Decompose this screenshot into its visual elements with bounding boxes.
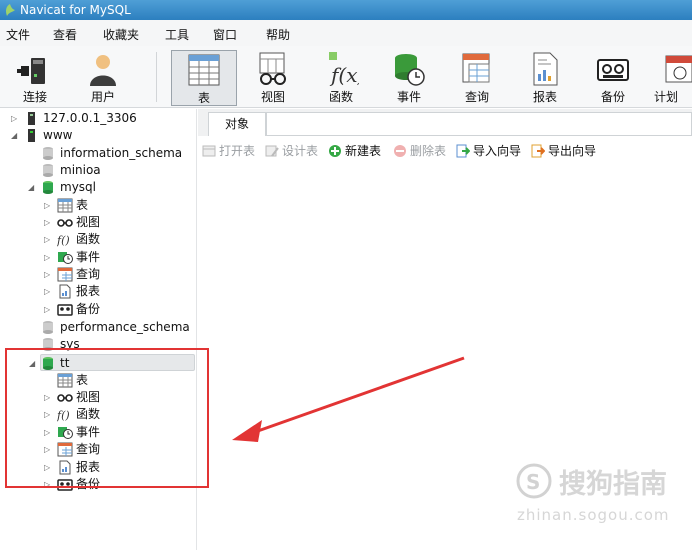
export-wizard-button[interactable]: 导出向导: [531, 142, 596, 159]
database-gray-icon: [43, 147, 53, 160]
svg-text:f(): f(): [57, 234, 70, 247]
function-icon: f(): [57, 234, 70, 247]
tab-objects[interactable]: 对象: [208, 112, 266, 136]
expand-arrow-icon[interactable]: ▷: [44, 283, 50, 300]
schedule-calendar-icon: [665, 55, 692, 83]
database-gray-icon: [43, 321, 53, 334]
query-icon: [462, 53, 490, 83]
event-clock-icon: [395, 54, 425, 86]
plug-connect-icon: [17, 58, 45, 84]
add-green-icon: [329, 145, 341, 157]
object-tab-bar: 对象: [198, 109, 692, 136]
delete-table-button[interactable]: 删除表: [393, 142, 446, 159]
user-icon: [90, 55, 116, 86]
query-icon: [57, 267, 73, 282]
design-table-button[interactable]: 设计表: [265, 142, 318, 159]
connection-icon: [28, 129, 35, 142]
import-wizard-button[interactable]: 导入向导: [456, 142, 521, 159]
watermark-title: 搜狗指南: [559, 469, 667, 500]
database-gray-icon: [43, 164, 53, 177]
toolbar-schedule-button[interactable]: 计划: [648, 50, 692, 106]
object-filter-area[interactable]: [266, 112, 692, 136]
menu-file[interactable]: 文件: [6, 26, 30, 43]
toolbar-user-button[interactable]: 用户: [70, 50, 136, 106]
object-action-bar: 打开表 设计表 新建表 删除表 导入向导 导出向导: [198, 136, 692, 160]
toolbar-connect-button[interactable]: 连接: [2, 50, 68, 106]
toolbar-report-button[interactable]: 报表: [512, 50, 578, 106]
event-clock-icon: [58, 252, 73, 264]
open-table-button[interactable]: 打开表: [202, 142, 255, 159]
sogou-logo-icon: S: [516, 463, 552, 499]
toolbar-table-button[interactable]: 表: [171, 50, 237, 106]
open-table-icon: [202, 145, 216, 157]
menu-help[interactable]: 帮助: [266, 26, 290, 43]
expand-arrow-icon[interactable]: ▷: [44, 249, 50, 266]
delete-red-icon: [394, 145, 406, 157]
expand-arrow-icon[interactable]: ▷: [11, 110, 17, 127]
export-icon: [531, 144, 545, 158]
new-table-button[interactable]: 新建表: [328, 142, 381, 159]
backup-tape-icon: [57, 304, 73, 316]
database-green-icon: [43, 181, 53, 194]
toolbar-backup-button[interactable]: 备份: [580, 50, 646, 106]
toolbar-event-button[interactable]: 事件: [376, 50, 442, 106]
menu-window[interactable]: 窗口: [213, 26, 237, 43]
navicat-app-icon: [6, 4, 15, 16]
watermark-url: zhinan.sogou.com: [517, 506, 670, 524]
expand-arrow-icon[interactable]: ▷: [44, 266, 50, 283]
window-title: Navicat for MySQL: [20, 3, 131, 17]
glasses-view-icon: [259, 52, 286, 85]
collapse-arrow-icon[interactable]: ◢: [28, 179, 34, 196]
table-icon: [188, 54, 220, 86]
expand-arrow-icon[interactable]: ▷: [44, 214, 50, 231]
menu-favorites[interactable]: 收藏夹: [103, 26, 139, 43]
toolbar-separator: [156, 52, 157, 102]
glasses-view-icon: [57, 219, 73, 227]
backup-tape-icon: [597, 59, 629, 81]
title-bar: Navicat for MySQL: [0, 0, 692, 20]
report-icon: [59, 284, 71, 299]
expand-arrow-icon[interactable]: ▷: [44, 197, 50, 214]
import-icon: [456, 144, 470, 158]
menu-bar: 文件 查看 收藏夹 工具 窗口 帮助: [0, 20, 692, 46]
collapse-arrow-icon[interactable]: ◢: [11, 127, 17, 144]
design-pencil-icon: [265, 145, 279, 157]
function-icon: f(x): [329, 52, 359, 86]
menu-view[interactable]: 查看: [53, 26, 77, 43]
svg-text:f(x): f(x): [329, 63, 359, 86]
annotation-highlight-box: [5, 348, 209, 488]
menu-tools[interactable]: 工具: [165, 26, 189, 43]
main-toolbar: 连接 用户 表 视图 f(x) 函数: [0, 46, 692, 108]
report-icon: [533, 52, 558, 86]
expand-arrow-icon[interactable]: ▷: [44, 301, 50, 318]
toolbar-view-button[interactable]: 视图: [240, 50, 306, 106]
toolbar-function-button[interactable]: f(x) 函数: [308, 50, 374, 106]
table-icon: [57, 198, 73, 213]
expand-arrow-icon[interactable]: ▷: [44, 231, 50, 248]
svg-text:S: S: [526, 470, 540, 494]
toolbar-query-button[interactable]: 查询: [444, 50, 510, 106]
connection-icon: [28, 112, 35, 125]
